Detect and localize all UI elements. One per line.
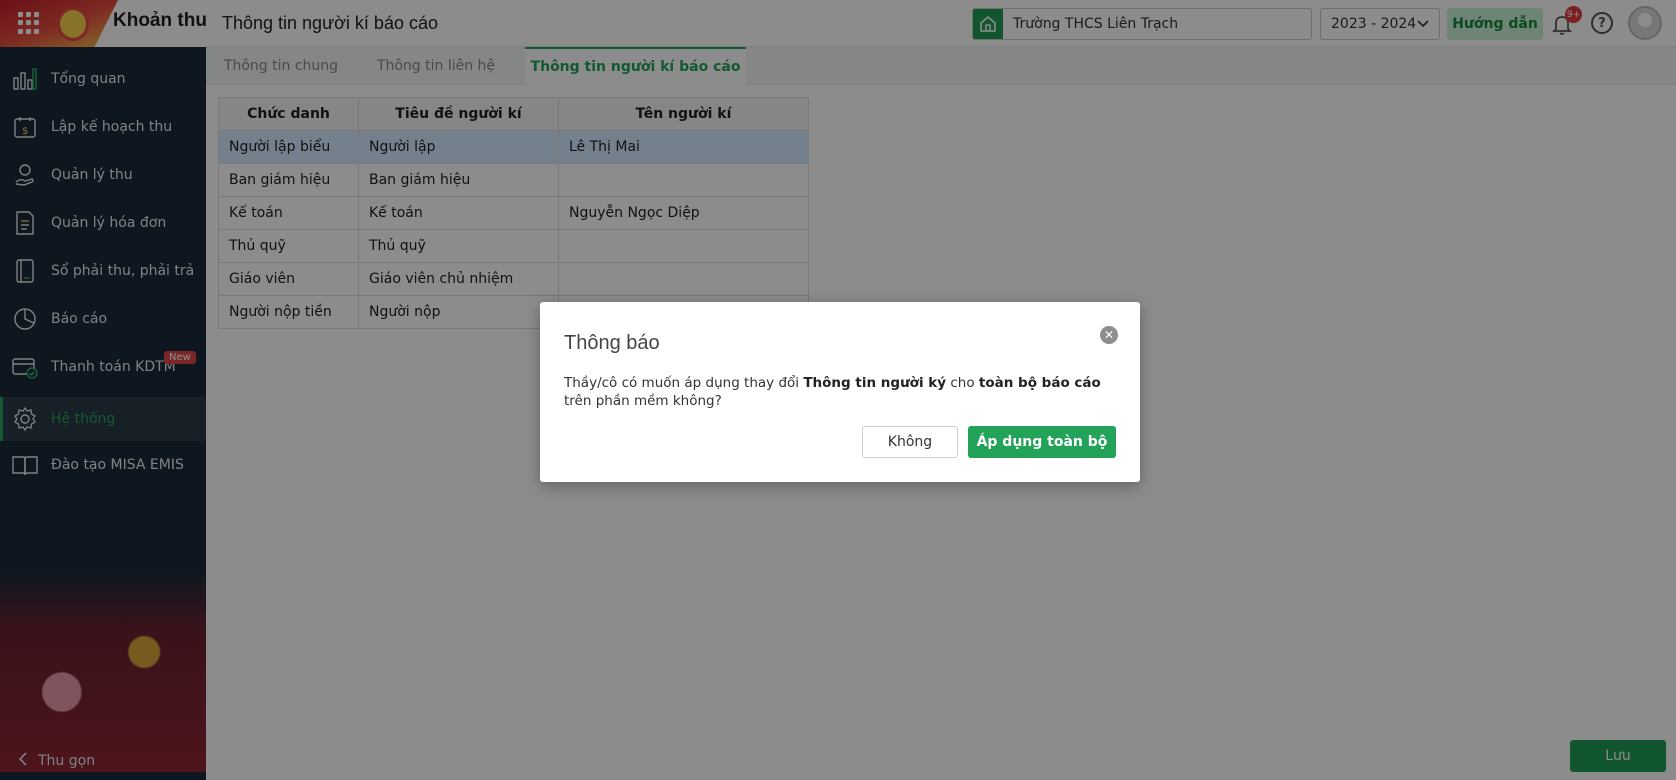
message-bold-signer: Thông tin người ký <box>803 375 947 391</box>
message-bold-all-reports: toàn bộ báo cáo <box>978 375 1101 391</box>
confirm-dialog: Thông báo ✕ Thầy/cô có muốn áp dụng thay… <box>540 302 1140 482</box>
message-text: trên phần mềm không? <box>564 393 722 409</box>
no-button[interactable]: Không <box>862 426 958 458</box>
close-icon[interactable]: ✕ <box>1100 326 1118 344</box>
message-text: Thầy/cô có muốn áp dụng thay đổi <box>564 375 804 391</box>
dialog-message: Thầy/cô có muốn áp dụng thay đổi Thông t… <box>564 374 1104 410</box>
apply-all-button[interactable]: Áp dụng toàn bộ <box>968 426 1116 458</box>
dialog-title: Thông báo <box>564 332 660 354</box>
message-text: cho <box>946 375 979 391</box>
